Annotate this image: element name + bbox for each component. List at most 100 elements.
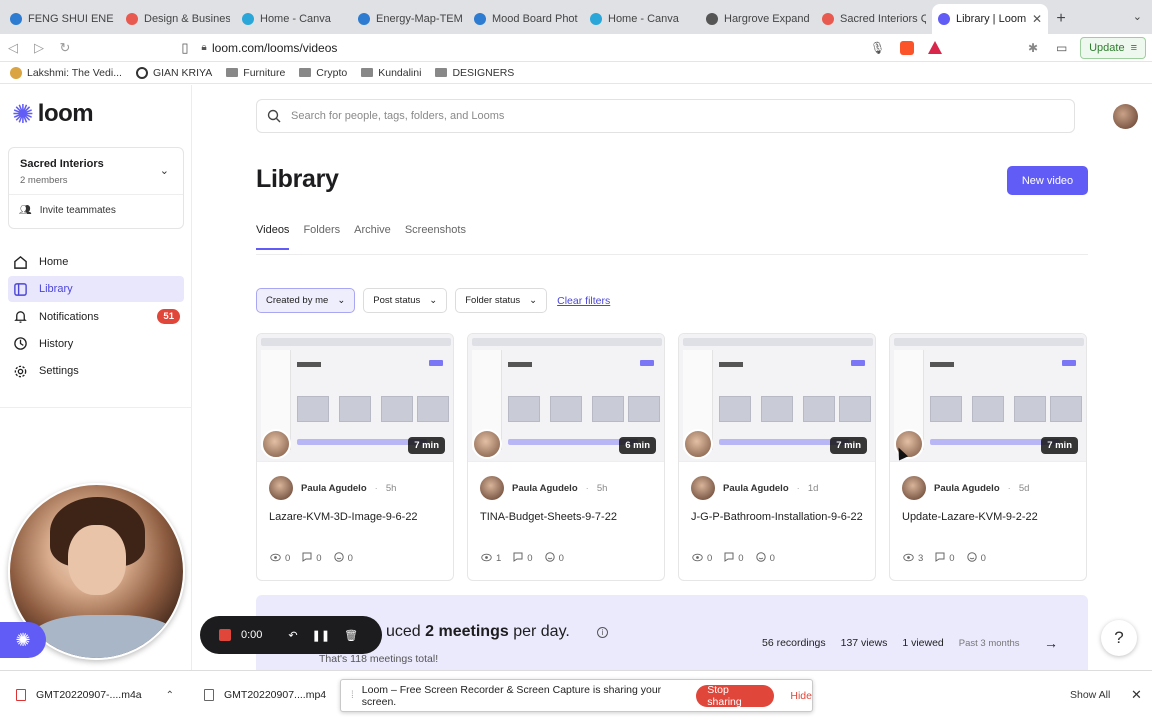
- bookmark-label: Lakshmi: The Vedi...: [27, 66, 122, 79]
- video-author: Paula Agudelo · 5h: [480, 476, 607, 500]
- search-input[interactable]: Search for people, tags, folders, and Lo…: [256, 99, 1075, 133]
- loom-logo-text: loom: [37, 100, 94, 127]
- download-item[interactable]: GMT20220907-....m4a ⌃: [16, 689, 174, 701]
- stop-recording-button[interactable]: [219, 629, 231, 641]
- recording-timer: 0:00: [241, 629, 263, 641]
- video-card[interactable]: 6 min Paula Agudelo · 5h TINA-Budget-Sheets-…: [467, 333, 665, 581]
- period-label: Past 3 months: [958, 637, 1020, 649]
- trash-icon[interactable]: 🗑︎: [344, 629, 358, 642]
- folder-icon: [361, 68, 374, 77]
- extensions-icon[interactable]: ✱: [1028, 41, 1038, 55]
- clear-filters-link[interactable]: Clear filters: [557, 295, 610, 307]
- camera-shirt: [30, 615, 180, 658]
- browser-tab-label: Home - Canva: [608, 13, 679, 25]
- video-title[interactable]: J-G-P-Bathroom-Installation-9-6-22: [691, 509, 867, 526]
- loom-logo[interactable]: ✺ loom: [12, 100, 94, 128]
- video-thumbnail[interactable]: 6 min: [468, 334, 664, 462]
- workspace-members: 2 members: [20, 175, 68, 186]
- workspace-name: Sacred Interiors: [20, 158, 104, 170]
- bookmark-item[interactable]: Furniture: [226, 67, 285, 79]
- back-icon[interactable]: ◁: [0, 40, 26, 56]
- drag-handle-icon[interactable]: ⁞: [351, 690, 354, 701]
- chevron-up-icon[interactable]: ⌃: [166, 690, 174, 701]
- download-item[interactable]: GMT20220907....mp4: [204, 689, 326, 701]
- page-title: Library: [256, 165, 339, 193]
- url-field[interactable]: loom.com/looms/videos: [212, 41, 337, 55]
- new-video-button[interactable]: New video: [1007, 166, 1088, 195]
- video-thumbnail[interactable]: 7 min: [257, 334, 453, 462]
- pause-icon[interactable]: ❚❚: [312, 629, 330, 642]
- brave-rewards-icon[interactable]: [928, 41, 942, 54]
- tab-folders[interactable]: Folders: [303, 224, 340, 250]
- filter-post-status[interactable]: Post status ⌄: [363, 288, 448, 313]
- avatar: [480, 476, 504, 500]
- browser-tab[interactable]: Home - Canva: [584, 4, 700, 34]
- duration-badge: 7 min: [408, 437, 445, 454]
- sidebar-item-notifications[interactable]: Notifications 51: [8, 304, 184, 330]
- comment-icon: [935, 552, 945, 565]
- browser-tab[interactable]: Design & Business: [120, 4, 236, 34]
- show-all-link[interactable]: Show All: [1070, 689, 1110, 701]
- update-button[interactable]: Update ≡: [1080, 37, 1146, 59]
- browser-tab[interactable]: Mood Board Photo: [468, 4, 584, 34]
- video-stats: 3 0 0: [903, 552, 986, 565]
- tab-videos[interactable]: Videos: [256, 224, 290, 250]
- bookmark-item[interactable]: DESIGNERS: [435, 67, 514, 79]
- close-icon[interactable]: ✕: [1131, 687, 1142, 703]
- add-user-icon: 👥︎: [19, 205, 32, 216]
- filter-folder-status[interactable]: Folder status ⌄: [455, 288, 548, 313]
- sidebar-item-label: Notifications: [39, 310, 99, 323]
- browser-tab[interactable]: Home - Canva: [236, 4, 352, 34]
- video-title[interactable]: Lazare-KVM-3D-Image-9-6-22: [269, 509, 445, 526]
- video-title[interactable]: Update-Lazare-KVM-9-2-22: [902, 509, 1078, 526]
- close-icon[interactable]: ✕: [1032, 12, 1042, 26]
- brave-shield-icon[interactable]: [900, 40, 914, 55]
- avatar[interactable]: [1113, 104, 1138, 129]
- video-card[interactable]: 7 min Paula Agudelo · 5d Update-Lazare-KVM-9…: [889, 333, 1087, 581]
- tab-archive[interactable]: Archive: [354, 224, 391, 250]
- video-thumbnail[interactable]: 7 min: [679, 334, 875, 462]
- sidebar-item-home[interactable]: Home: [8, 249, 184, 275]
- browser-tab[interactable]: Library | Loom ✕: [932, 4, 1048, 34]
- filter-created-by-me[interactable]: Created by me ⌄: [256, 288, 356, 313]
- forward-icon[interactable]: ▷: [26, 40, 52, 56]
- arrow-right-icon[interactable]: →: [1044, 635, 1058, 651]
- new-tab-icon[interactable]: +: [1048, 4, 1074, 34]
- info-icon[interactable]: i: [597, 627, 608, 638]
- comment-icon: [724, 552, 734, 565]
- undo-icon[interactable]: ↶: [288, 629, 297, 642]
- stop-sharing-button[interactable]: Stop sharing: [696, 684, 775, 708]
- banner-stats: 56 recordings 137 views 1 viewed Past 3 …: [762, 637, 1020, 649]
- video-card[interactable]: 7 min Paula Agudelo · 1d J-G-P-Bathroom-Inst…: [678, 333, 876, 581]
- bookmark-item[interactable]: Crypto: [299, 67, 347, 79]
- browser-tab[interactable]: Sacred Interiors Qu: [816, 4, 932, 34]
- bookmark-item[interactable]: Kundalini: [361, 67, 421, 79]
- tab-search-icon[interactable]: ⌄: [1133, 10, 1142, 23]
- browser-tab[interactable]: FENG SHUI ENERG: [4, 4, 120, 34]
- loom-control-icon[interactable]: ✺: [0, 622, 46, 658]
- invite-teammates-link[interactable]: 👥︎ Invite teammates: [19, 205, 116, 216]
- bookmark-item[interactable]: GIAN KRIYA: [135, 66, 212, 79]
- tab-screenshots[interactable]: Screenshots: [405, 224, 466, 250]
- favicon-icon: [590, 13, 602, 25]
- bookmark-item[interactable]: Lakshmi: The Vedi...: [10, 66, 122, 79]
- reload-icon[interactable]: ↻: [52, 40, 78, 56]
- hide-button[interactable]: Hide: [790, 690, 812, 702]
- video-title[interactable]: TINA-Budget-Sheets-9-7-22: [480, 509, 656, 526]
- duration-badge: 7 min: [830, 437, 867, 454]
- browser-tab[interactable]: Energy-Map-TEMP: [352, 4, 468, 34]
- video-thumbnail[interactable]: 7 min: [890, 334, 1086, 462]
- workspace-switcher[interactable]: Sacred Interiors 2 members ⌄ 👥︎ Invite t…: [8, 147, 184, 229]
- thumbnail-detail: [640, 360, 654, 366]
- sidebar-item-settings[interactable]: Settings: [8, 358, 184, 384]
- thumbnail-detail: [508, 396, 540, 422]
- sidebar-item-history[interactable]: History: [8, 331, 184, 357]
- microphone-icon[interactable]: 🎙︎: [870, 41, 885, 55]
- sidebar-item-library[interactable]: Library: [8, 276, 184, 303]
- browser-tab[interactable]: Hargrove Expandab: [700, 4, 816, 34]
- author-name: Paula Agudelo: [723, 482, 789, 494]
- video-card[interactable]: 7 min Paula Agudelo · 5h Lazare-KVM-3D-Image…: [256, 333, 454, 581]
- comments-count: 0: [738, 553, 744, 564]
- wallet-icon[interactable]: ▭: [1056, 41, 1067, 55]
- help-button[interactable]: ?: [1101, 620, 1137, 656]
